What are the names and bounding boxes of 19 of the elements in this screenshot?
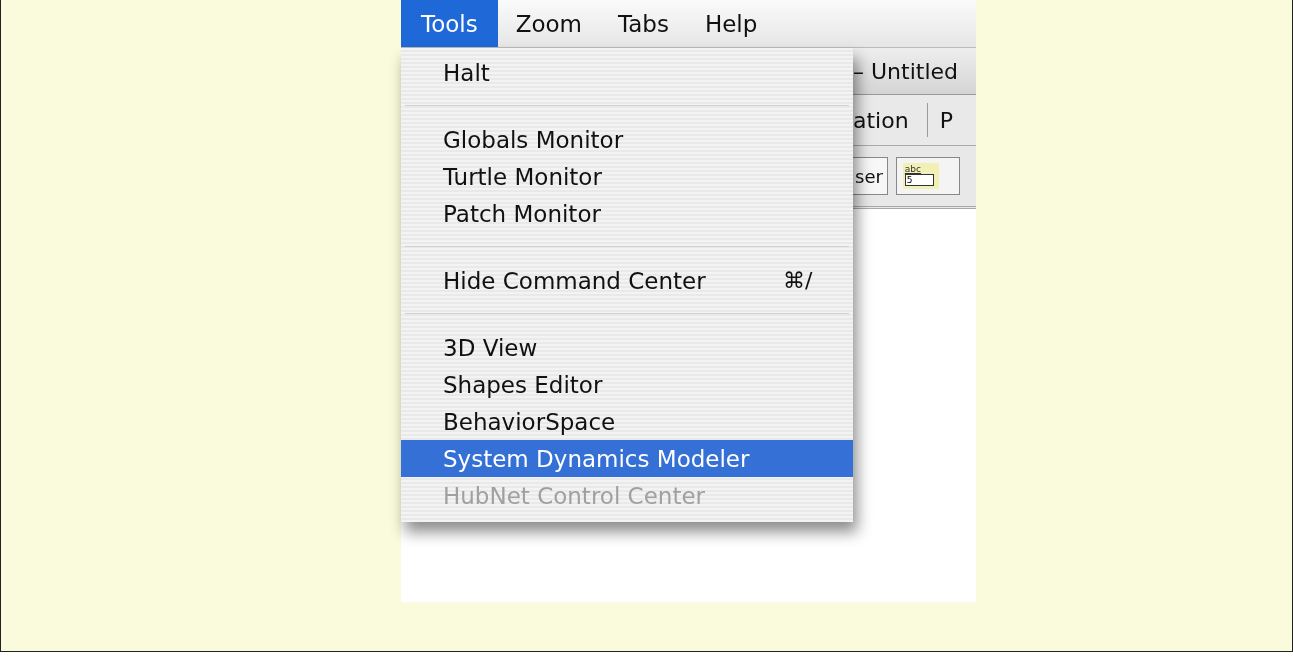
input-widget-button[interactable]: abc 5 — [895, 157, 960, 195]
tab[interactable]: P — [939, 103, 971, 137]
menu-bar-item[interactable]: Tools — [401, 0, 498, 47]
menu-bar-item[interactable]: Tabs — [600, 0, 687, 47]
input-widget-icon: abc 5 — [902, 163, 939, 189]
menu-item[interactable]: System Dynamics Modeler — [401, 440, 853, 477]
menu-item[interactable]: BehaviorSpace — [401, 403, 853, 440]
window-title: – Untitled — [853, 58, 958, 84]
menu-bar-item[interactable]: Zoom — [497, 0, 600, 47]
menu-item[interactable]: Globals Monitor — [401, 121, 853, 158]
menu-item[interactable]: Patch Monitor — [401, 195, 853, 232]
menu-item[interactable]: Hide Command Center — [401, 262, 743, 299]
menu-item[interactable]: Halt — [401, 54, 853, 91]
menu-item[interactable]: Shapes Editor — [401, 366, 853, 403]
menu-item[interactable]: Turtle Monitor — [401, 158, 853, 195]
menu-bar-item[interactable]: Help — [686, 0, 776, 47]
menu-item[interactable]: 3D View — [401, 329, 853, 366]
toolbar-button[interactable]: ser — [853, 157, 888, 195]
shortcut-text: ⌘/ — [783, 268, 813, 293]
